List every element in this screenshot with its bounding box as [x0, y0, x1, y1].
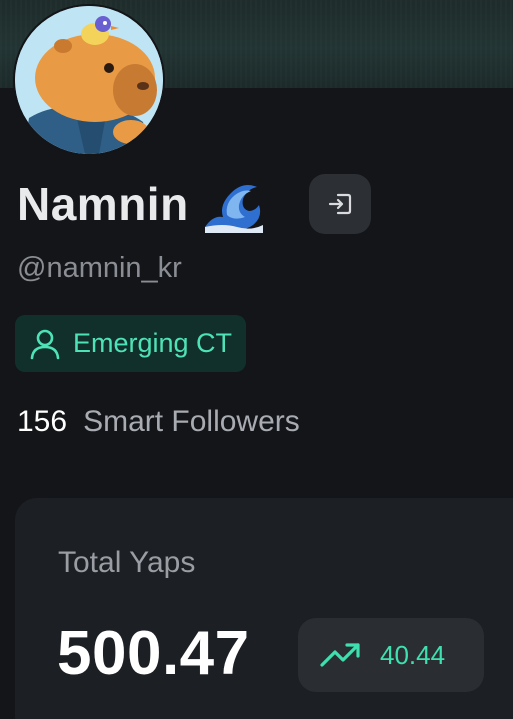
logout-icon — [328, 193, 352, 215]
wave-emoji-icon — [203, 175, 265, 233]
trending-up-icon — [320, 643, 360, 667]
profile-page: Namnin @namnin_kr Emerging CT 156 Smart … — [0, 0, 513, 719]
capybara-avatar-image — [15, 6, 163, 154]
logout-button[interactable] — [309, 174, 371, 234]
card-title: Total Yaps — [58, 546, 196, 579]
total-yaps-card: Total Yaps 500.47 40.44 — [15, 498, 513, 719]
avatar — [15, 6, 163, 154]
profile-handle: @namnin_kr — [17, 252, 182, 284]
smart-followers-label: Smart Followers — [83, 405, 300, 438]
smart-followers-count: 156 — [17, 405, 68, 438]
user-icon — [30, 329, 60, 359]
trend-value: 40.44 — [380, 639, 446, 670]
profile-name: Namnin — [17, 178, 189, 230]
profile-name-row: Namnin — [17, 172, 265, 236]
smart-followers[interactable]: 156 Smart Followers — [17, 405, 300, 439]
badge-label: Emerging CT — [73, 328, 233, 358]
status-badge: Emerging CT — [15, 315, 246, 372]
trend-badge: 40.44 — [298, 618, 484, 692]
total-yaps-value: 500.47 — [57, 619, 250, 688]
